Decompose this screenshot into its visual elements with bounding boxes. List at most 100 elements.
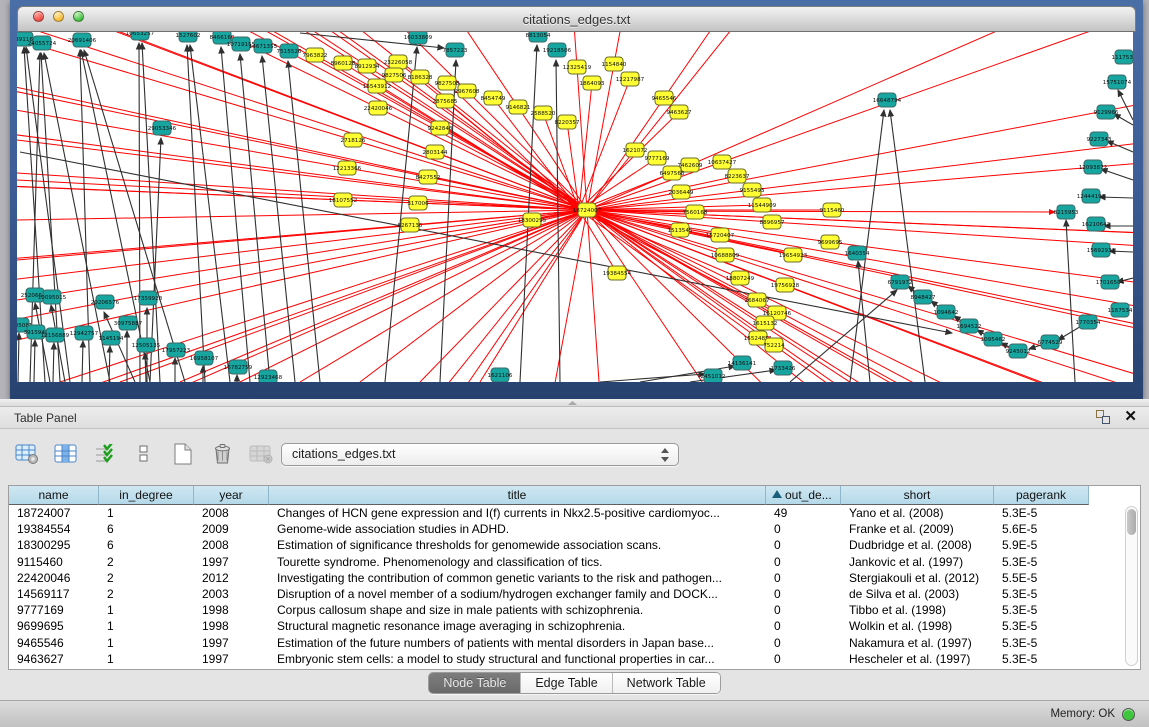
graph-node[interactable]: 29053346: [148, 121, 177, 135]
graph-node[interactable]: 9465546: [652, 91, 677, 105]
scrollbar-thumb[interactable]: [1127, 509, 1136, 535]
graph-node[interactable]: 1513545: [668, 223, 693, 237]
graph-node[interactable]: 2875685: [433, 94, 458, 108]
graph-node[interactable]: 7857223: [443, 43, 468, 57]
graph-node[interactable]: 2684067: [745, 293, 770, 307]
column-header-name[interactable]: name: [9, 486, 99, 505]
column-header-short[interactable]: short: [841, 486, 994, 505]
close-panel-icon[interactable]: ✕: [1124, 410, 1137, 424]
select-all-columns-icon[interactable]: [92, 441, 118, 467]
graph-node[interactable]: 1527602: [176, 32, 201, 42]
graph-node[interactable]: 8896957: [760, 215, 785, 229]
graph-node[interactable]: 8220357: [555, 115, 580, 129]
graph-node[interactable]: 1095462: [981, 332, 1006, 346]
graph-node[interactable]: 16033809: [404, 32, 433, 44]
minimize-window-button[interactable]: [53, 11, 64, 22]
graph-node[interactable]: 8912934: [355, 59, 380, 73]
graph-node[interactable]: 1770354: [1076, 315, 1101, 329]
graph-node[interactable]: 12444193: [1077, 189, 1106, 203]
graph-node[interactable]: 8223637: [725, 169, 750, 183]
graph-node[interactable]: 8948427: [911, 290, 936, 304]
window-titlebar[interactable]: citations_edges.txt: [17, 6, 1136, 32]
graph-node[interactable]: 12093872: [1079, 160, 1107, 174]
graph-node[interactable]: 16958107: [190, 351, 219, 365]
graph-node[interactable]: 1864093: [580, 76, 605, 90]
graph-node[interactable]: 9777169: [645, 151, 670, 165]
delete-columns-icon[interactable]: [209, 441, 235, 467]
graph-node[interactable]: 1154840: [602, 57, 627, 71]
graph-node[interactable]: 10653257: [126, 32, 155, 40]
graph-node[interactable]: 16210643: [1082, 217, 1111, 231]
graph-node[interactable]: 1621072: [623, 143, 648, 157]
table-row[interactable]: 911546021997Tourette syndrome. Phenomeno…: [9, 554, 1140, 570]
graph-node[interactable]: 12942757: [70, 326, 99, 340]
graph-node[interactable]: 2588520: [531, 106, 556, 120]
graph-node[interactable]: 1615132: [753, 316, 778, 330]
graph-node[interactable]: 1117534: [1112, 50, 1133, 64]
graph-node[interactable]: 9245012: [1006, 344, 1031, 358]
graph-node[interactable]: 16648794: [873, 93, 902, 107]
delete-table-disabled-icon[interactable]: [248, 441, 274, 467]
graph-node[interactable]: 18807249: [726, 271, 755, 285]
graph-node[interactable]: 12213366: [333, 161, 362, 175]
horizontal-splitter[interactable]: [0, 399, 1149, 407]
graph-node[interactable]: 1094642: [934, 305, 959, 319]
graph-node[interactable]: 1167534: [1108, 303, 1133, 317]
zoom-window-button[interactable]: [73, 11, 84, 22]
table-row[interactable]: 1872400712008Changes of HCN gene express…: [9, 505, 1140, 521]
show-columns-icon[interactable]: [53, 441, 79, 467]
tab-edge-table[interactable]: Edge Table: [521, 673, 612, 693]
column-header-title[interactable]: title: [269, 486, 766, 505]
graph-node[interactable]: 2451012: [701, 369, 726, 382]
table-row[interactable]: 1456911722003Disruption of a novel membe…: [9, 586, 1140, 602]
graph-node[interactable]: 15751074: [1103, 75, 1132, 89]
table-row[interactable]: 1830029562008Estimation of significance …: [9, 537, 1140, 553]
graph-node[interactable]: 1640354: [845, 246, 870, 260]
graph-node[interactable]: 8454749: [481, 91, 506, 105]
graph-node[interactable]: 9155493: [740, 183, 765, 197]
graph-node[interactable]: 15692931: [1087, 243, 1116, 257]
graph-node[interactable]: 9242848: [428, 121, 453, 135]
graph-node[interactable]: 8427552: [416, 170, 441, 184]
graph-node[interactable]: 2036449: [669, 185, 694, 199]
graph-node[interactable]: 8813054: [526, 32, 551, 42]
graph-node[interactable]: 8267130: [398, 218, 423, 232]
table-selector-dropdown[interactable]: citations_edges.txt: [281, 443, 679, 466]
graph-node[interactable]: 1145194: [99, 331, 124, 345]
graph-node[interactable]: 7515526: [277, 44, 302, 58]
graph-node[interactable]: 7963822: [303, 48, 328, 62]
graph-node[interactable]: 12505135: [132, 338, 161, 352]
graph-node[interactable]: 8186328: [408, 70, 433, 84]
table-row[interactable]: 946554611997Estimation of the future num…: [9, 635, 1140, 651]
create-column-icon[interactable]: [170, 441, 196, 467]
column-header-pagerank[interactable]: pagerank: [994, 486, 1089, 505]
graph-node[interactable]: 2803144: [423, 145, 448, 159]
tab-network-table[interactable]: Network Table: [613, 673, 720, 693]
column-header-in_degree[interactable]: in_degree: [99, 486, 194, 505]
close-window-button[interactable]: [33, 11, 44, 22]
table-row[interactable]: 2242004622012Investigating the contribut…: [9, 570, 1140, 586]
graph-node[interactable]: 12217987: [616, 72, 645, 86]
graph-node[interactable]: 8215953: [1054, 205, 1079, 219]
graph-node[interactable]: 752214: [763, 338, 785, 352]
graph-node[interactable]: 317006: [407, 196, 429, 210]
tab-node-table[interactable]: Node Table: [429, 673, 521, 693]
graph-node[interactable]: 6497568: [660, 166, 685, 180]
graph-node[interactable]: 17957223: [162, 343, 191, 357]
graph-node[interactable]: 9129966: [1094, 105, 1119, 119]
graph-node[interactable]: 9227343: [1087, 132, 1112, 146]
table-mode-icon[interactable]: [14, 441, 40, 467]
vertical-scrollbar[interactable]: [1125, 506, 1138, 666]
graph-node[interactable]: 6791972: [888, 275, 913, 289]
graph-node[interactable]: 7560168: [683, 205, 708, 219]
graph-node[interactable]: 10688809: [711, 248, 740, 262]
table-row[interactable]: 969969511998Structural magnetic resonanc…: [9, 618, 1140, 634]
graph-node[interactable]: 12325419: [563, 60, 592, 74]
graph-node[interactable]: 19218506: [543, 43, 572, 57]
graph-node[interactable]: 19654923: [779, 248, 808, 262]
graph-node[interactable]: 19384554: [603, 266, 632, 280]
graph-node[interactable]: 2718126: [341, 133, 366, 147]
graph-node[interactable]: 14136141: [728, 356, 757, 370]
graph-node[interactable]: 20691406: [68, 33, 97, 47]
graph-node[interactable]: 6774529: [1038, 335, 1063, 349]
